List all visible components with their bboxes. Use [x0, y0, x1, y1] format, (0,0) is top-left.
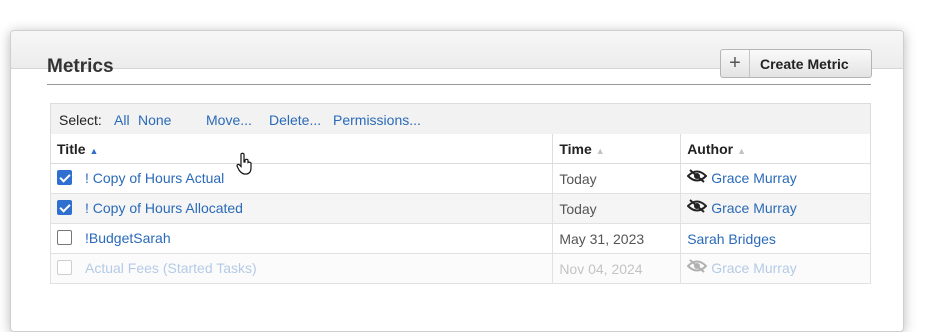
column-header-author[interactable]: Author ▲	[680, 134, 871, 164]
time-cell: Today	[552, 163, 682, 194]
column-header-time[interactable]: Time ▲	[552, 134, 682, 164]
table-row[interactable]: ! Copy of Hours Allocated Today Grace Mu…	[49, 193, 871, 224]
permissions-link[interactable]: Permissions...	[333, 112, 421, 128]
table-row[interactable]: !BudgetSarah May 31, 2023 Sarah Bridges	[49, 223, 871, 254]
author-link[interactable]: Grace Murray	[711, 200, 797, 216]
move-link[interactable]: Move...	[206, 112, 252, 128]
metrics-table: Title ▲ Time ▲ Author ▲ ! Copy of Hours Act…	[49, 134, 871, 284]
title-header-label: Title	[57, 140, 86, 157]
time-cell: Today	[552, 193, 682, 224]
eye-slash-icon	[686, 199, 708, 216]
row-checkbox[interactable]	[57, 169, 72, 185]
title-row: Metrics + Create Metric	[47, 49, 872, 85]
time-cell: May 31, 2023	[552, 223, 682, 254]
sort-icon: ▲	[737, 145, 746, 156]
select-all-link[interactable]: All	[114, 112, 130, 128]
time-cell: Nov 04, 2024	[552, 253, 682, 284]
table-row[interactable]: ! Copy of Hours Actual Today Grace Murra…	[49, 163, 871, 194]
metric-title-link[interactable]: ! Copy of Hours Actual	[85, 170, 224, 186]
delete-link[interactable]: Delete...	[269, 112, 321, 128]
row-checkbox[interactable]	[57, 259, 72, 275]
eye-slash-icon	[686, 259, 708, 276]
selection-toolbar: Select: All None Move... Delete... Permi…	[50, 103, 871, 136]
metric-title-link[interactable]: ! Copy of Hours Allocated	[85, 200, 243, 216]
select-label: Select:	[59, 112, 102, 128]
sort-asc-icon: ▲	[89, 145, 99, 156]
author-link[interactable]: Grace Murray	[711, 170, 797, 186]
author-link[interactable]: Grace Murray	[711, 260, 797, 276]
plus-icon: +	[721, 50, 750, 77]
metric-title-link[interactable]: !BudgetSarah	[85, 230, 171, 246]
row-checkbox[interactable]	[57, 229, 72, 245]
select-none-link[interactable]: None	[138, 112, 171, 128]
create-metric-label: Create Metric	[760, 55, 849, 72]
row-checkbox[interactable]	[57, 199, 72, 215]
create-metric-button[interactable]: + Create Metric	[720, 49, 872, 78]
metric-title-link[interactable]: Actual Fees (Started Tasks)	[85, 260, 257, 276]
column-header-title[interactable]: Title ▲	[49, 134, 554, 164]
sort-icon: ▲	[595, 145, 605, 156]
eye-slash-icon	[686, 169, 708, 186]
author-link[interactable]: Sarah Bridges	[687, 231, 776, 247]
time-header-label: Time	[559, 140, 592, 157]
page-title: Metrics	[47, 56, 114, 77]
table-row[interactable]: Actual Fees (Started Tasks) Nov 04, 2024…	[49, 253, 871, 284]
author-header-label: Author	[687, 140, 734, 157]
hand-pointer-icon	[236, 152, 252, 175]
